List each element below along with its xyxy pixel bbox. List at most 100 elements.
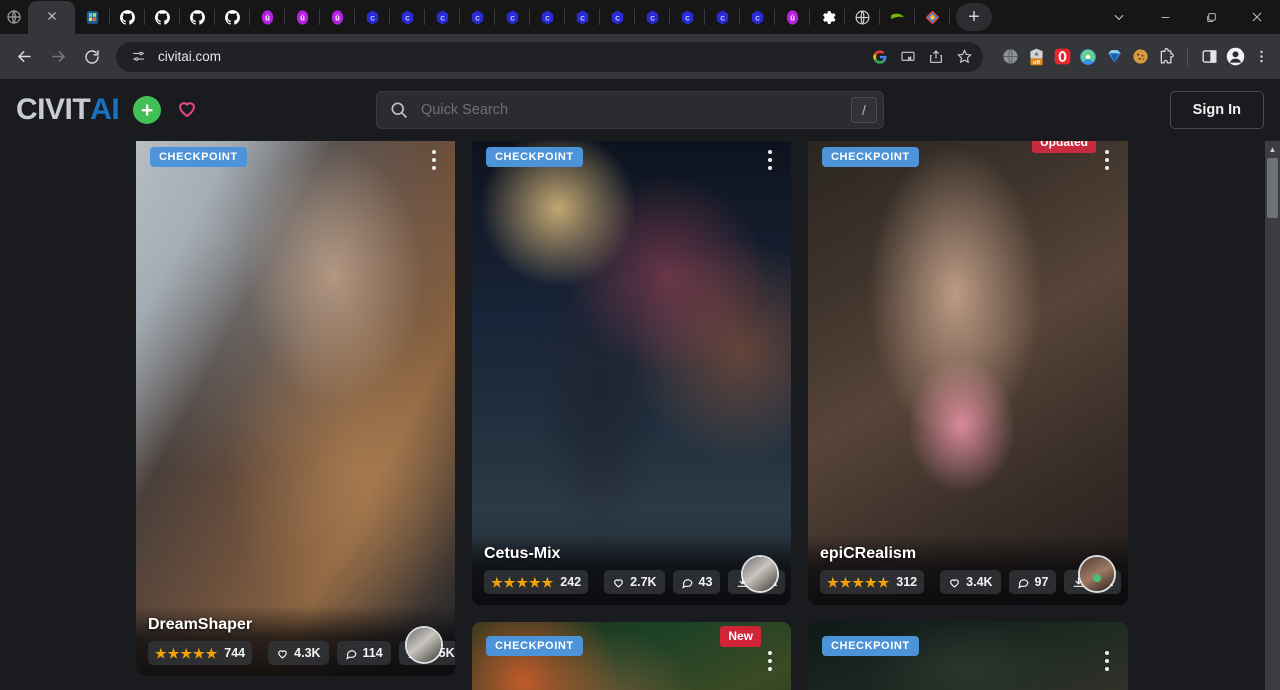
extensions-zone: off — [991, 46, 1272, 68]
cast-icon[interactable] — [895, 44, 921, 70]
card-menu-button[interactable] — [1098, 646, 1116, 676]
model-title[interactable]: Cetus-Mix — [484, 545, 779, 563]
globe-icon — [854, 9, 871, 26]
tab-active[interactable] — [28, 1, 75, 34]
globe-extension-icon[interactable] — [999, 46, 1021, 68]
omnibox-actions — [867, 44, 977, 70]
svg-text:C: C — [545, 15, 550, 22]
back-button[interactable] — [8, 41, 40, 73]
cookie-icon[interactable] — [1129, 46, 1151, 68]
tab-github-2[interactable] — [145, 0, 180, 34]
logo-text-ai: AI — [90, 93, 119, 127]
star-icon: ★ — [516, 576, 528, 589]
tab-udio-4[interactable]: û — [775, 0, 810, 34]
favorites-button[interactable] — [175, 96, 199, 125]
scroll-up-arrow[interactable]: ▲ — [1265, 141, 1280, 157]
model-card[interactable]: CHECKPOINT — [808, 622, 1128, 690]
side-panel-icon[interactable] — [1198, 46, 1220, 68]
grid-column-2: CHECKPOINT Cetus-Mix ★ ★ — [472, 141, 791, 690]
tab-civitai-7[interactable]: C — [565, 0, 600, 34]
tab-civitai-2[interactable]: C — [390, 0, 425, 34]
tab-civitai-5[interactable]: C — [495, 0, 530, 34]
close-window-button[interactable] — [1234, 0, 1280, 34]
creator-avatar[interactable] — [405, 626, 443, 664]
civitai-icon: C — [504, 9, 521, 26]
minimize-button[interactable] — [1142, 0, 1188, 34]
close-icon[interactable] — [46, 9, 58, 26]
tune-icon[interactable] — [128, 47, 148, 67]
star-icon: ★ — [504, 576, 516, 589]
tab-udio-3[interactable]: û — [320, 0, 355, 34]
create-button[interactable]: + — [133, 96, 161, 124]
tab-civitai-11[interactable]: C — [705, 0, 740, 34]
tab-civitai-1[interactable]: C — [355, 0, 390, 34]
scrollbar-thumb[interactable] — [1267, 158, 1278, 218]
google-lens-icon[interactable] — [867, 44, 893, 70]
star-icon: ★ — [865, 576, 877, 589]
page-scrollbar[interactable]: ▲ — [1265, 141, 1280, 690]
reload-button[interactable] — [76, 41, 108, 73]
model-type-badge: CHECKPOINT — [822, 636, 919, 656]
civitai-icon: C — [574, 9, 591, 26]
star-rating: ★ ★ ★ ★ ★ — [827, 576, 889, 589]
tab-github-1[interactable] — [110, 0, 145, 34]
share-icon[interactable] — [923, 44, 949, 70]
tab-udio-2[interactable]: û — [285, 0, 320, 34]
search-bar[interactable]: Quick Search / — [376, 91, 884, 129]
chrome-menu-icon[interactable] — [1250, 46, 1272, 68]
civitai-icon: C — [364, 9, 381, 26]
profile-avatar-icon[interactable] — [1224, 46, 1246, 68]
rating-pill: ★ ★ ★ ★ ★ 242 — [484, 570, 588, 594]
tab-github-4[interactable] — [215, 0, 250, 34]
tab-globe-2[interactable] — [845, 0, 880, 34]
tab-civitai-9[interactable]: C — [635, 0, 670, 34]
tab-nvidia[interactable] — [880, 0, 915, 34]
new-tab-button[interactable]: + — [956, 3, 992, 31]
tab-civitai-3[interactable]: C — [425, 0, 460, 34]
star-icon: ★ — [206, 647, 218, 660]
model-type-badge: CHECKPOINT — [486, 147, 583, 167]
tab-civitai-10[interactable]: C — [670, 0, 705, 34]
card-menu-button[interactable] — [425, 145, 443, 175]
model-card[interactable]: CHECKPOINT Updated epiCRealism ★ — [808, 141, 1128, 605]
opera-red-icon[interactable] — [1051, 46, 1073, 68]
civitai-icon: C — [399, 9, 416, 26]
rating-pill: ★ ★ ★ ★ ★ 744 — [148, 641, 252, 665]
tab-civitai-6[interactable]: C — [530, 0, 565, 34]
bookmark-star-icon[interactable] — [951, 44, 977, 70]
creator-avatar[interactable] — [1078, 555, 1116, 593]
diamond-blue-icon[interactable] — [1103, 46, 1125, 68]
card-menu-button[interactable] — [1098, 145, 1116, 175]
tab-civitai-4[interactable]: C — [460, 0, 495, 34]
model-card[interactable]: CHECKPOINT DreamShaper ★ ★ — [136, 141, 455, 676]
tab-search-button[interactable] — [1096, 0, 1142, 34]
model-title[interactable]: epiCRealism — [820, 545, 1116, 563]
model-card[interactable]: CHECKPOINT New — [472, 622, 791, 690]
svg-text:C: C — [580, 15, 585, 22]
udio-icon: û — [784, 9, 801, 26]
search-input[interactable]: Quick Search — [421, 102, 508, 118]
tab-github-3[interactable] — [180, 0, 215, 34]
creator-avatar[interactable] — [741, 555, 779, 593]
adblock-off-icon[interactable]: off — [1025, 46, 1047, 68]
tab-civitai-12[interactable]: C — [740, 0, 775, 34]
model-card[interactable]: CHECKPOINT Cetus-Mix ★ ★ — [472, 141, 791, 605]
card-menu-button[interactable] — [761, 646, 779, 676]
address-bar[interactable]: civitai.com — [116, 42, 983, 72]
tab-udio-1[interactable]: û — [250, 0, 285, 34]
firefox-blue-icon[interactable] — [1077, 46, 1099, 68]
tab-diamond[interactable] — [915, 0, 950, 34]
forward-button[interactable] — [42, 41, 74, 73]
civitai-logo[interactable]: CIVITAI — [16, 93, 119, 127]
tab-civitai-8[interactable]: C — [600, 0, 635, 34]
star-rating: ★ ★ ★ ★ ★ — [491, 576, 553, 589]
maximize-button[interactable] — [1188, 0, 1234, 34]
puzzle-extensions-icon[interactable] — [1155, 46, 1177, 68]
plus-icon: + — [141, 100, 153, 121]
card-menu-button[interactable] — [761, 145, 779, 175]
model-title[interactable]: DreamShaper — [148, 616, 443, 634]
sign-in-button[interactable]: Sign In — [1170, 91, 1264, 129]
tab-globe-first[interactable] — [0, 0, 28, 34]
tab-settings[interactable] — [810, 0, 845, 34]
tab-bluestacks[interactable] — [75, 0, 110, 34]
